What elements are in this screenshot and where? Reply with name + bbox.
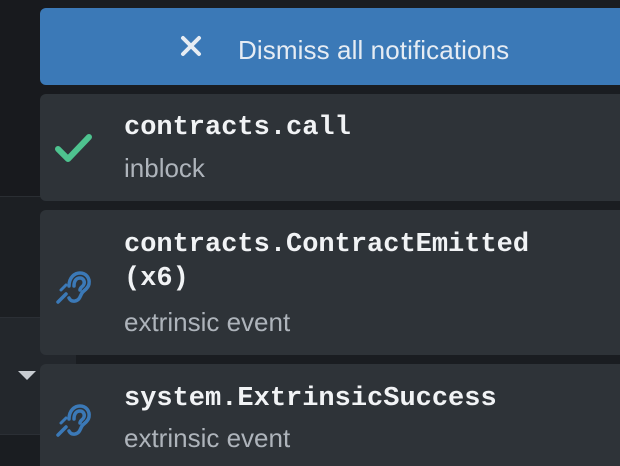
close-icon — [181, 36, 201, 56]
notification-status: inblock — [124, 153, 205, 183]
dismiss-all-label: Dismiss all notifications — [238, 35, 510, 65]
checkmark-icon — [55, 134, 92, 162]
caret-down-icon — [18, 371, 36, 380]
notification-subtitle: extrinsic event — [124, 307, 291, 337]
notification-subtitle: extrinsic event — [124, 423, 291, 453]
notification-title: contracts.ContractEmitted (x6) — [124, 230, 530, 294]
notification-title: system.ExtrinsicSuccess — [124, 384, 497, 414]
notification-card[interactable]: system.ExtrinsicSuccess extrinsic event — [40, 364, 620, 466]
notification-card[interactable]: contracts.call inblock — [40, 94, 620, 201]
notification-title: contracts.call — [124, 113, 351, 143]
app-stage: Dismiss all notifications contracts.call… — [0, 0, 620, 466]
dismiss-all-button[interactable]: Dismiss all notifications — [40, 8, 620, 85]
notification-card[interactable]: contracts.ContractEmitted (x6) extrinsic… — [40, 210, 620, 355]
ear-listen-icon — [56, 271, 91, 304]
ear-listen-icon — [56, 404, 91, 437]
